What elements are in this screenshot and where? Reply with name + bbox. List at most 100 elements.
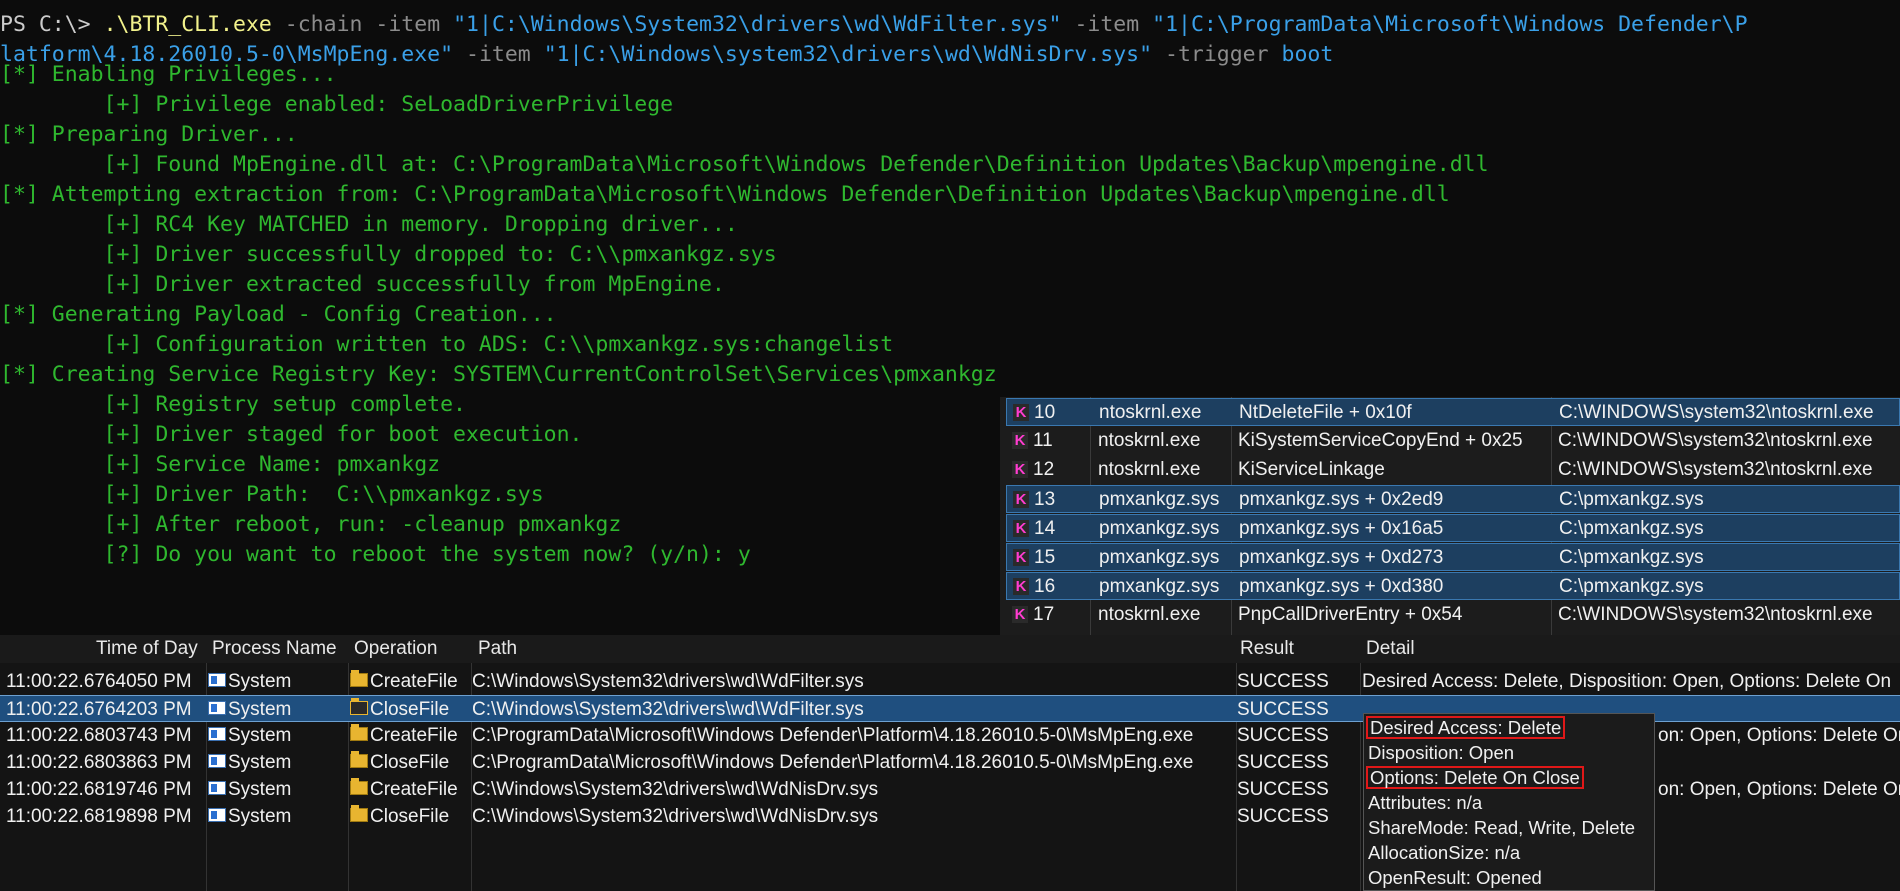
event-time: 11:00:22.6803863 PM: [6, 752, 192, 773]
event-process: System: [228, 806, 292, 827]
frame-path: C:\pmxankgz.sys: [1559, 518, 1704, 539]
event-result: SUCCESS: [1237, 806, 1329, 827]
column-header-time[interactable]: Time of Day: [96, 635, 198, 663]
frame-number: 12: [1033, 459, 1055, 480]
frame-module: pmxankgz.sys: [1099, 489, 1220, 510]
output-line: [+] Driver extracted successfully from M…: [0, 272, 725, 297]
system-process-icon: [208, 726, 226, 741]
frame-number: 13: [1034, 489, 1056, 510]
event-path: C:\ProgramData\Microsoft\Windows Defende…: [472, 725, 1194, 746]
chain-flag: -chain: [284, 12, 363, 37]
frame-location: NtDeleteFile + 0x10f: [1239, 402, 1412, 423]
folder-icon: [350, 804, 368, 822]
output-line: [+] Found MpEngine.dll at: C:\ProgramDat…: [0, 152, 1489, 177]
kernel-mode-icon: K: [1013, 491, 1029, 508]
stack-frame-row[interactable]: K 16 pmxankgz.sys pmxankgz.sys + 0xd380 …: [1006, 572, 1900, 600]
frame-location: pmxankgz.sys + 0x2ed9: [1239, 489, 1444, 510]
system-process-icon: [208, 700, 226, 715]
event-result: SUCCESS: [1237, 699, 1329, 720]
frame-number: 11: [1033, 430, 1053, 451]
kernel-mode-icon: K: [1012, 606, 1028, 623]
event-time: 11:00:22.6819746 PM: [6, 779, 192, 800]
call-stack-panel[interactable]: K 10 ntoskrnl.exe NtDeleteFile + 0x10f C…: [1000, 397, 1900, 635]
folder-icon: [350, 750, 368, 768]
event-result: SUCCESS: [1237, 671, 1329, 692]
tooltip-line: Attributes: n/a: [1368, 792, 1483, 813]
tooltip-line-highlighted: Options: Delete On Close: [1366, 766, 1584, 789]
frame-module: pmxankgz.sys: [1099, 576, 1220, 597]
system-process-icon: [208, 672, 226, 687]
stack-frame-row[interactable]: K 10 ntoskrnl.exe NtDeleteFile + 0x10f C…: [1006, 398, 1900, 426]
frame-path: C:\pmxankgz.sys: [1559, 489, 1704, 510]
kernel-mode-icon: K: [1013, 520, 1029, 537]
column-header-operation[interactable]: Operation: [354, 635, 437, 663]
stack-frame-row[interactable]: K 11 ntoskrnl.exe KiSystemServiceCopyEnd…: [1006, 427, 1900, 455]
event-operation: CloseFile: [370, 699, 450, 720]
frame-module: ntoskrnl.exe: [1099, 402, 1202, 423]
frame-module: ntoskrnl.exe: [1098, 604, 1201, 625]
stack-frame-row[interactable]: K 13 pmxankgz.sys pmxankgz.sys + 0x2ed9 …: [1006, 485, 1900, 513]
column-header-detail[interactable]: Detail: [1366, 635, 1415, 663]
frame-location: PnpCallDriverEntry + 0x54: [1238, 604, 1463, 625]
frame-number: 14: [1034, 518, 1056, 539]
frame-number: 17: [1033, 604, 1055, 625]
event-time: 11:00:22.6803743 PM: [6, 725, 192, 746]
event-operation: CloseFile: [370, 806, 450, 827]
stack-frame-row[interactable]: K 14 pmxankgz.sys pmxankgz.sys + 0x16a5 …: [1006, 514, 1900, 542]
tooltip-line: ShareMode: Read, Write, Delete: [1368, 817, 1636, 838]
column-header-path[interactable]: Path: [478, 635, 517, 663]
event-result: SUCCESS: [1237, 725, 1329, 746]
event-operation: CreateFile: [370, 779, 458, 800]
event-time: 11:00:22.6764050 PM: [6, 671, 192, 692]
frame-path: C:\WINDOWS\system32\ntoskrnl.exe: [1558, 604, 1873, 625]
frame-module: pmxankgz.sys: [1099, 518, 1220, 539]
event-time: 11:00:22.6819898 PM: [6, 806, 192, 827]
stack-frame-row[interactable]: K 15 pmxankgz.sys pmxankgz.sys + 0xd273 …: [1006, 543, 1900, 571]
event-process: System: [228, 699, 292, 720]
frame-location: pmxankgz.sys + 0x16a5: [1239, 518, 1444, 539]
folder-icon: [350, 669, 368, 687]
frame-path: C:\pmxankgz.sys: [1559, 547, 1704, 568]
output-line: [*] Enabling Privileges...: [0, 62, 337, 87]
command-line-1: PS C:\> .\BTR_CLI.exe -chain -item "1|C:…: [0, 10, 1900, 40]
frame-location: KiSystemServiceCopyEnd + 0x25: [1238, 430, 1523, 451]
output-line: [+] Driver successfully dropped to: C:\\…: [0, 242, 777, 267]
tooltip-line-highlighted: Desired Access: Delete: [1366, 716, 1566, 739]
event-row[interactable]: 11:00:22.6764050 PM System CreateFile C:…: [0, 668, 1900, 695]
command-exe: .\BTR_CLI.exe: [103, 12, 272, 37]
frame-path: C:\WINDOWS\system32\ntoskrnl.exe: [1558, 430, 1873, 451]
column-header-process[interactable]: Process Name: [212, 635, 337, 663]
output-line: [*] Creating Service Registry Key: SYSTE…: [0, 362, 997, 387]
kernel-mode-icon: K: [1013, 578, 1029, 595]
event-result: SUCCESS: [1237, 779, 1329, 800]
event-process: System: [228, 752, 292, 773]
folder-icon: [350, 723, 368, 741]
stack-frame-row[interactable]: K 17 ntoskrnl.exe PnpCallDriverEntry + 0…: [1006, 601, 1900, 629]
item-flag-1: -item: [375, 12, 441, 37]
system-process-icon: [208, 753, 226, 768]
event-result: SUCCESS: [1237, 752, 1329, 773]
event-time: 11:00:22.6764203 PM: [6, 699, 192, 720]
column-header-result[interactable]: Result: [1240, 635, 1294, 663]
frame-module: pmxankgz.sys: [1099, 547, 1220, 568]
event-operation: CreateFile: [370, 671, 458, 692]
item-arg-1: "1|C:\Windows\System32\drivers\wd\WdFilt…: [453, 12, 1062, 37]
event-detail: on: Open, Options: Delete On: [1658, 779, 1900, 800]
event-path: C:\ProgramData\Microsoft\Windows Defende…: [472, 752, 1194, 773]
system-process-icon: [208, 807, 226, 822]
event-path: C:\Windows\System32\drivers\wd\WdFilter.…: [472, 671, 864, 692]
tooltip-line: AllocationSize: n/a: [1368, 842, 1521, 863]
frame-number: 16: [1034, 576, 1056, 597]
event-path: C:\Windows\System32\drivers\wd\WdFilter.…: [472, 699, 864, 720]
column-header-row: Time of Day Process Name Operation Path …: [0, 635, 1900, 663]
kernel-mode-icon: K: [1013, 404, 1029, 421]
event-process: System: [228, 671, 292, 692]
event-path: C:\Windows\System32\drivers\wd\WdNisDrv.…: [472, 779, 879, 800]
folder-icon: [350, 697, 368, 715]
output-line: [*] Preparing Driver...: [0, 122, 298, 147]
kernel-mode-icon: K: [1012, 432, 1028, 449]
stack-frame-row[interactable]: K 12 ntoskrnl.exe KiServiceLinkage C:\WI…: [1006, 456, 1900, 484]
event-process: System: [228, 725, 292, 746]
event-detail: Desired Access: Delete, Disposition: Ope…: [1362, 671, 1892, 692]
event-operation: CloseFile: [370, 752, 450, 773]
